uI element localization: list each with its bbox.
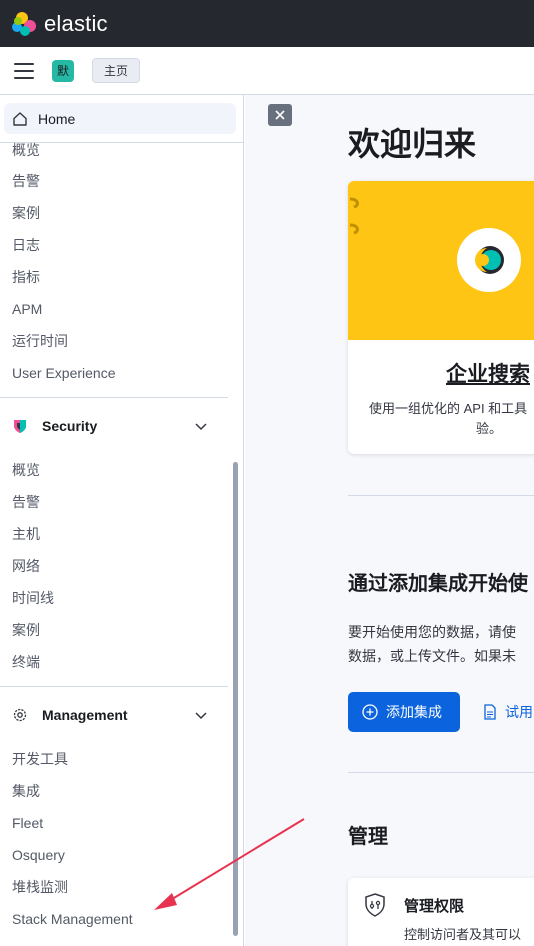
gear-icon <box>13 708 27 722</box>
nav-home[interactable]: Home <box>4 103 236 134</box>
divider <box>0 686 228 687</box>
nav-mgmt-stack-management[interactable]: Stack Management <box>12 909 133 929</box>
nav-group-management-title: Management <box>42 707 128 723</box>
chevron-down-icon[interactable] <box>194 708 208 722</box>
divider <box>348 772 534 773</box>
nav-obs-logs[interactable]: 日志 <box>12 235 40 255</box>
enterprise-search-card[interactable]: 企业搜索 使用一组优化的 API 和工具 验。 <box>348 181 534 454</box>
divider <box>348 495 534 496</box>
try-sample-data-link[interactable]: 试用 <box>483 702 533 722</box>
space-avatar[interactable]: 默 <box>52 59 74 82</box>
secondary-header: 默 主页 <box>0 47 534 95</box>
page-title: 欢迎归来 <box>348 126 477 162</box>
close-icon <box>275 110 285 120</box>
nav-mgmt-dev-tools[interactable]: 开发工具 <box>12 749 68 769</box>
plus-in-circle-icon <box>362 704 378 720</box>
manage-permissions-desc: 控制访问者及其可以 <box>404 927 522 942</box>
nav-sec-endpoints[interactable]: 终端 <box>12 652 40 672</box>
close-nav-button[interactable] <box>268 104 292 126</box>
main-content: 欢迎归来 企业搜索 使用一组优化的 API 和工具 验。 通过添加集成开始使 要… <box>245 95 534 946</box>
top-header: elastic <box>0 0 534 47</box>
nav-mgmt-stack-monitoring[interactable]: 堆栈监测 <box>12 877 68 897</box>
nav-home-label: Home <box>38 110 76 127</box>
security-shield-icon <box>14 420 26 433</box>
enterprise-search-icon <box>475 246 504 274</box>
shield-settings-icon <box>365 893 385 917</box>
nav-sec-timelines[interactable]: 时间线 <box>12 588 54 608</box>
nav-obs-metrics[interactable]: 指标 <box>12 267 40 287</box>
nav-sec-hosts[interactable]: 主机 <box>12 524 40 544</box>
nav-mgmt-fleet[interactable]: Fleet <box>12 813 43 833</box>
nav-obs-uptime[interactable]: 运行时间 <box>12 331 68 351</box>
nav-sec-cases[interactable]: 案例 <box>12 620 40 640</box>
try-link-label: 试用 <box>505 704 533 720</box>
card-title[interactable]: 企业搜索 <box>446 358 530 388</box>
nav-sec-overview[interactable]: 概览 <box>12 460 40 480</box>
side-nav: Home 概览 告警 案例 日志 指标 APM 运行时间 User Experi… <box>0 95 244 946</box>
manage-permissions-card[interactable]: 管理权限 控制访问者及其可以 <box>348 878 534 946</box>
card-description-cont: 验。 <box>476 421 503 436</box>
breadcrumb-home[interactable]: 主页 <box>92 58 141 83</box>
divider <box>0 397 228 398</box>
add-integrations-label: 添加集成 <box>386 704 442 720</box>
brand-name: elastic <box>44 10 108 36</box>
nav-obs-user-experience[interactable]: User Experience <box>12 363 116 383</box>
add-integrations-button[interactable]: 添加集成 <box>348 692 460 732</box>
home-icon <box>13 111 27 126</box>
nav-group-security-title: Security <box>42 418 98 434</box>
document-icon <box>484 704 496 720</box>
nav-obs-apm[interactable]: APM <box>12 299 42 319</box>
integrations-title: 通过添加集成开始使 <box>348 573 528 595</box>
manage-permissions-title: 管理权限 <box>404 898 465 915</box>
chevron-down-icon[interactable] <box>194 419 208 433</box>
nav-obs-alerts[interactable]: 告警 <box>12 171 40 191</box>
sidebar-scrollbar[interactable] <box>233 462 238 936</box>
integrations-text-cont: 数据，或上传文件。如果未 <box>348 648 516 664</box>
card-description: 使用一组优化的 API 和工具 <box>369 401 528 416</box>
elastic-logo-icon[interactable] <box>12 11 36 36</box>
menu-toggle-icon[interactable] <box>14 62 34 79</box>
nav-sec-network[interactable]: 网络 <box>12 556 40 576</box>
management-title: 管理 <box>348 826 388 848</box>
integrations-text: 要开始使用您的数据，请使 <box>348 624 516 640</box>
nav-obs-cases[interactable]: 案例 <box>12 203 40 223</box>
nav-sec-alerts[interactable]: 告警 <box>12 492 40 512</box>
nav-mgmt-integrations[interactable]: 集成 <box>12 781 40 801</box>
banner-decoration-icon <box>349 197 359 235</box>
nav-group-management[interactable]: Management <box>12 703 222 727</box>
nav-group-security[interactable]: Security <box>12 414 222 438</box>
enterprise-search-logo <box>457 228 521 292</box>
nav-obs-overview[interactable]: 概览 <box>12 140 40 160</box>
card-banner <box>348 181 534 340</box>
nav-mgmt-osquery[interactable]: Osquery <box>12 845 65 865</box>
